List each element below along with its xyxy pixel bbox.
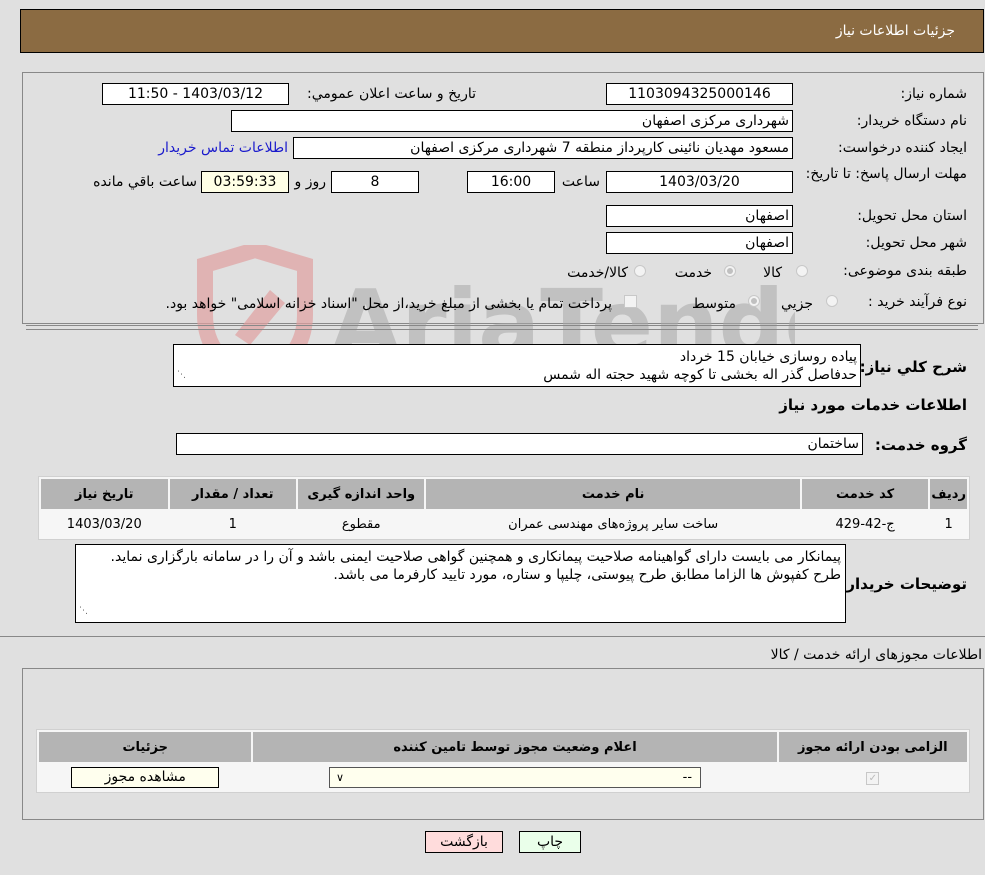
city-label: شهر محل تحویل: [865,235,967,251]
services-section-title: اطلاعات خدمات مورد نیاز [779,396,967,414]
table-row: 1 ج-42-429 ساخت سایر پروژه‌های مهندسی عم… [41,511,967,537]
requester-field: مسعود مهدیان نائینی کارپرداز منطقه 7 شهر… [293,137,793,159]
buyer-org-label: نام دستگاه خریدار: [856,113,967,129]
category-option-goods-service: کالا/خدمت [567,265,628,281]
services-table: ردیف کد خدمت نام خدمت واحد اندازه گیری ت… [38,476,970,540]
col-quantity: تعداد / مقدار [169,479,296,509]
cell-service-name: ساخت سایر پروژه‌های مهندسی عمران [426,511,800,537]
province-field: اصفهان [606,205,793,227]
category-label: طبقه بندی موضوعی: [843,263,967,279]
back-button[interactable]: بازگشت [425,831,503,853]
cell-permit-details: مشاهده مجوز [39,764,252,790]
permit-required-checkbox: ✓ [866,771,880,785]
buyer-org-field: شهرداری مرکزی اصفهان [231,110,793,132]
remaining-days-field: 8 [331,171,419,193]
cell-unit: مقطوع [298,511,425,537]
service-group-label: گروه خدمت: [874,436,967,454]
buyer-notes-label: توضیحات خریدار: [840,575,967,593]
permit-status-select[interactable]: -- ∨ [329,766,702,788]
buyer-notes-text: پیمانکار می بایست دارای گواهینامه صلاحیت… [110,549,841,583]
col-service-name: نام خدمت [426,479,800,509]
buyer-contact-link[interactable]: اطلاعات تماس خریدار [158,140,288,156]
deadline-label: مهلت ارسال پاسخ: تا تاریخ: [805,166,967,182]
chevron-down-icon: ∨ [336,770,345,784]
description-line-2: حدفاصل گذر اله بخشی تا کوچه شهید حجته ال… [543,367,857,383]
category-radio-goods[interactable] [796,265,808,277]
cell-service-code: ج-42-429 [801,511,929,537]
purchase-radio-medium[interactable] [748,295,760,307]
page-header: جزئیات اطلاعات نیاز [20,9,984,53]
announce-datetime-label: تاریخ و ساعت اعلان عمومي: [307,86,476,102]
cell-permit-status: -- ∨ [253,764,777,790]
requester-label: ایجاد کننده درخواست: [838,140,967,156]
cell-permit-required: ✓ [778,764,967,790]
category-radio-service[interactable] [724,265,736,277]
description-textarea[interactable]: پیاده روسازی خیابان 15 خرداد حدفاصل گذر … [173,344,861,387]
category-option-service: خدمت [674,265,712,281]
description-line-1: پیاده روسازی خیابان 15 خرداد [679,349,857,365]
col-permit-required: الزامی بودن ارائه مجوز [778,732,967,762]
need-number-field: 1103094325000146 [606,83,793,105]
permits-section-title: اطلاعات مجوزهای ارائه خدمت / کالا [770,647,982,663]
purchase-option-medium: متوسط [692,296,736,312]
table-row: ✓ -- ∨ مشاهده مجوز [39,764,967,790]
permits-table-header: الزامی بودن ارائه مجوز اعلام وضعیت مجوز … [39,732,967,762]
col-unit: واحد اندازه گیری [298,479,425,509]
category-option-goods: کالا [763,265,782,281]
deadline-date-field: 1403/03/20 [606,171,793,193]
services-table-header: ردیف کد خدمت نام خدمت واحد اندازه گیری ت… [41,479,967,509]
purchase-option-minor: جزيي [781,296,813,312]
treasury-checkbox[interactable] [624,295,637,308]
treasury-note: پرداخت تمام یا بخشی از مبلغ خرید،از محل … [165,296,612,312]
view-permit-button[interactable]: مشاهده مجوز [71,766,220,788]
print-button[interactable]: چاپ [519,831,581,853]
permit-status-value: -- [682,769,693,785]
cell-need-date: 1403/03/20 [41,511,168,537]
page-title: جزئیات اطلاعات نیاز [835,23,955,39]
announce-datetime-field: 1403/03/12 - 11:50 [102,83,289,105]
service-group-field: ساختمان [176,433,863,455]
divider [0,636,985,637]
resize-grip-icon[interactable]: ⋱ [79,602,88,620]
divider [26,329,978,330]
cell-row-number: 1 [930,511,967,537]
col-row-number: ردیف [930,479,967,509]
remaining-time-label: ساعت باقي مانده [93,174,197,190]
deadline-time-label: ساعت [561,174,600,190]
permits-table: الزامی بودن ارائه مجوز اعلام وضعیت مجوز … [36,729,970,793]
divider [26,325,978,326]
col-need-date: تاریخ نیاز [41,479,168,509]
description-label: شرح كلي نياز: [859,358,967,376]
deadline-time-field: 16:00 [467,171,555,193]
purchase-type-label: نوع فرآیند خرید : [868,294,967,310]
province-label: استان محل تحویل: [857,208,967,224]
remaining-time-field: 03:59:33 [201,171,289,193]
days-label: روز و [294,174,327,190]
need-number-label: شماره نیاز: [900,86,968,102]
purchase-radio-minor[interactable] [826,295,838,307]
cell-quantity: 1 [169,511,296,537]
category-radio-goods-service[interactable] [634,265,646,277]
city-field: اصفهان [606,232,793,254]
buyer-notes-textarea[interactable]: پیمانکار می بایست دارای گواهینامه صلاحیت… [75,544,846,623]
col-permit-details: جزئیات [39,732,252,762]
resize-grip-icon[interactable]: ⋱ [177,366,186,384]
col-permit-status: اعلام وضعیت مجوز توسط تامین کننده [253,732,777,762]
col-service-code: کد خدمت [801,479,929,509]
